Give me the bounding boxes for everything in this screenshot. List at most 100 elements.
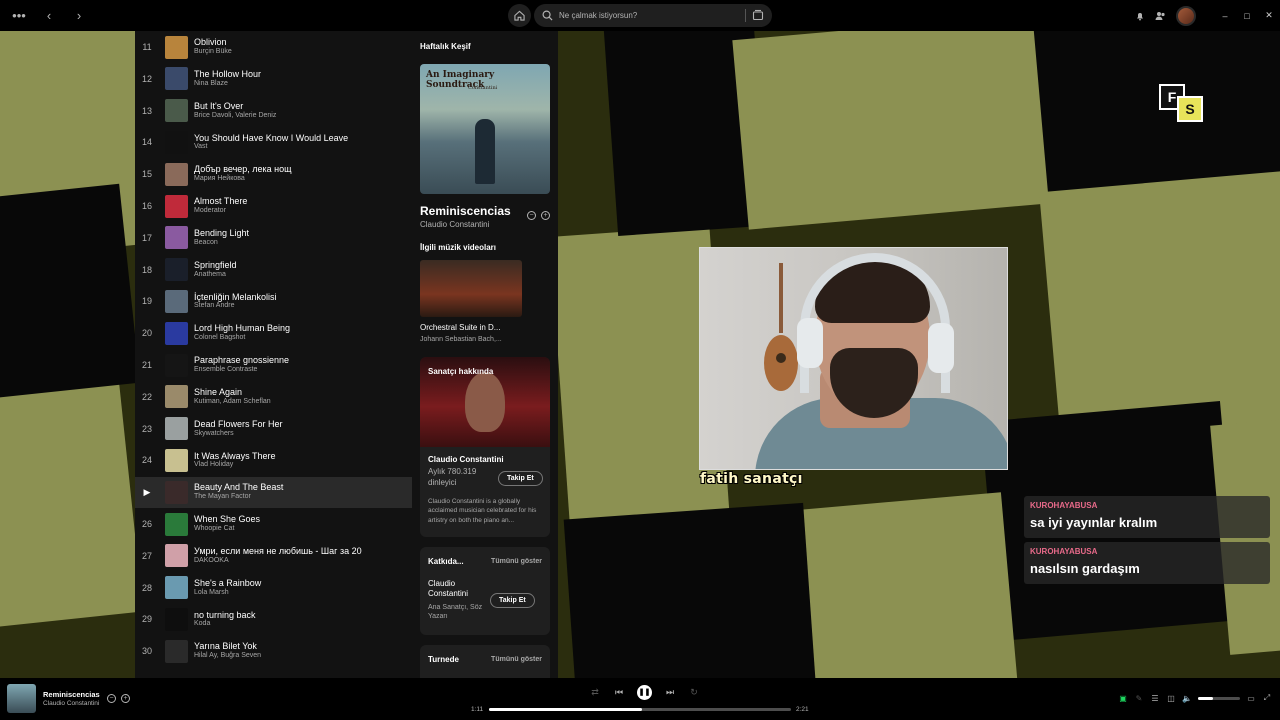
queue-icon[interactable]: ☰ [1150,694,1160,703]
player-remove-icon[interactable]: − [107,694,116,703]
track-artist[interactable]: Koda [194,620,256,628]
track-row[interactable]: 17 Bending Light Beacon [135,222,412,253]
next-icon[interactable]: ⏭ [664,687,676,698]
track-artist[interactable]: Мария Нейкова [194,175,292,183]
track-title[interactable]: Yarına Bilet Yok [194,641,261,652]
track-row[interactable]: 26 When She Goes Whoopie Cat [135,509,412,540]
tour-show-all-link[interactable]: Tümünü göster [491,656,542,663]
track-row[interactable]: 15 Добър вечер, лека нощ Мария Нейкова [135,159,412,190]
track-artist[interactable]: Moderator [194,207,247,215]
track-title[interactable]: Springfield [194,260,237,271]
pause-button[interactable]: ❚❚ [637,685,652,700]
volume-icon[interactable]: 🔈 [1182,694,1192,703]
menu-dots-icon[interactable]: ••• [10,6,28,24]
track-artist[interactable]: DAKOOKA [194,557,362,565]
track-title[interactable]: She's a Rainbow [194,578,261,589]
track-title[interactable]: Dead Flowers For Her [194,419,283,430]
track-artist[interactable]: Colonel Bagshot [194,334,290,342]
search-input[interactable]: Ne çalmak istiyorsun? [559,11,637,20]
shuffle-icon[interactable]: ⇄ [589,687,601,698]
lyrics-icon[interactable]: ✎ [1134,694,1144,703]
browse-icon[interactable] [752,9,764,21]
maximize-icon[interactable]: □ [1236,11,1258,21]
add-icon[interactable]: + [541,211,550,220]
playlist-name[interactable]: Haftalık Keşif [420,42,471,51]
track-title[interactable]: You Should Have Know I Would Leave [194,133,348,144]
track-row[interactable]: 13 But It's Over Brice Davoli, Valerie Den… [135,95,412,126]
contributor-name[interactable]: Claudio Constantini [428,579,488,600]
track-title[interactable]: But It's Over [194,101,276,112]
player-album-art[interactable] [7,684,36,713]
track-title[interactable]: İçtenliğin Melankolisi [194,292,277,303]
track-artist[interactable]: Anathema [194,271,237,279]
track-artist[interactable]: Kutiman, Adam Scheflan [194,398,271,406]
contributor-follow-button[interactable]: Takip Et [490,593,535,608]
track-row[interactable]: 14 You Should Have Know I Would Leave Vast [135,127,412,158]
bell-icon[interactable] [1135,11,1145,21]
track-title[interactable]: Shine Again [194,387,271,398]
track-artist[interactable]: Whoopie Cat [194,525,260,533]
track-row[interactable]: 21 Paraphrase gnossienne Ensemble Contrast… [135,350,412,381]
track-title[interactable]: Beauty And The Beast [194,482,283,493]
track-title[interactable]: When She Goes [194,514,260,525]
now-playing-view-icon[interactable]: ▣ [1118,694,1128,703]
track-title[interactable]: Умри, если меня не любишь - Шаг за 20 [194,546,362,557]
now-playing-title[interactable]: Reminiscencias [420,204,511,218]
track-artist[interactable]: Ensemble Contraste [194,366,289,374]
video-title[interactable]: Orchestral Suite in D... [420,323,500,332]
minimize-icon[interactable]: – [1214,11,1236,21]
track-artist[interactable]: The Mayan Factor [194,493,283,501]
track-artist[interactable]: Skywatchers [194,430,283,438]
search-bar[interactable]: Ne çalmak istiyorsun? [534,4,772,27]
track-artist[interactable]: Nina Blaze [194,80,261,88]
track-artist[interactable]: Stefan Andre [194,302,277,310]
fullscreen-icon[interactable]: ⤢ [1262,693,1272,703]
track-artist[interactable]: Vast [194,143,348,151]
track-row[interactable]: 11 Oblivion Burçin Büke [135,32,412,63]
track-row[interactable]: 30 Yarına Bilet Yok Hilal Ay, Buğra Seven [135,636,412,667]
track-artist[interactable]: Lola Marsh [194,589,261,597]
track-artist[interactable]: Burçin Büke [194,48,232,56]
video-thumbnail[interactable] [420,260,522,317]
back-arrow-icon[interactable]: ‹ [40,6,58,24]
track-artist[interactable]: Brice Davoli, Valerie Deniz [194,112,276,120]
forward-arrow-icon[interactable]: › [70,6,88,24]
about-artist-name[interactable]: Claudio Constantini [428,455,504,464]
connect-device-icon[interactable]: ◫ [1166,694,1176,703]
home-button[interactable] [508,4,531,27]
track-title[interactable]: Almost There [194,196,247,207]
repeat-icon[interactable]: ↻ [688,687,700,698]
track-title[interactable]: Bending Light [194,228,249,239]
player-track-title[interactable]: Reminiscencias [43,690,100,699]
track-row[interactable]: 12 The Hollow Hour Nina Blaze [135,63,412,94]
track-artist[interactable]: Hilal Ay, Buğra Seven [194,652,261,660]
volume-slider[interactable] [1198,696,1240,700]
track-row[interactable]: 27 Умри, если меня не любишь - Шаг за 20 D… [135,540,412,571]
friends-icon[interactable] [1155,11,1166,21]
remove-icon[interactable]: − [527,211,536,220]
user-avatar[interactable] [1176,5,1196,26]
track-row[interactable]: 18 Springfield Anathema [135,254,412,285]
miniplayer-icon[interactable]: ▭ [1246,694,1256,703]
track-row[interactable]: 28 She's a Rainbow Lola Marsh [135,572,412,603]
track-artist[interactable]: Beacon [194,239,249,247]
track-title[interactable]: Добър вечер, лека нощ [194,164,292,175]
track-row[interactable]: 20 Lord High Human Being Colonel Bagshot [135,318,412,349]
player-track-artist[interactable]: Claudio Constantini [43,700,99,707]
previous-icon[interactable]: ⏮ [613,687,625,698]
track-title[interactable]: It Was Always There [194,451,276,462]
track-artist[interactable]: Vlad Holiday [194,461,276,469]
video-artist[interactable]: Johann Sebastian Bach,... [420,336,502,343]
track-row[interactable]: 23 Dead Flowers For Her Skywatchers [135,413,412,444]
track-row[interactable]: 16 Almost There Moderator [135,191,412,222]
player-add-icon[interactable]: + [121,694,130,703]
track-row[interactable]: 19 İçtenliğin Melankolisi Stefan Andre [135,286,412,317]
track-row[interactable]: 22 Shine Again Kutiman, Adam Scheflan [135,381,412,412]
track-row[interactable]: 24 It Was Always There Vlad Holiday [135,445,412,476]
now-playing-artist[interactable]: Claudio Constantini [420,220,489,229]
track-row[interactable]: ▶ Beauty And The Beast The Mayan Factor [135,476,412,508]
close-icon[interactable]: ✕ [1258,10,1280,21]
show-all-link[interactable]: Tümünü göster [491,558,542,565]
about-artist-card[interactable]: Sanatçı hakkında Claudio Constantini Ayl… [420,357,550,537]
track-title[interactable]: no turning back [194,610,256,621]
